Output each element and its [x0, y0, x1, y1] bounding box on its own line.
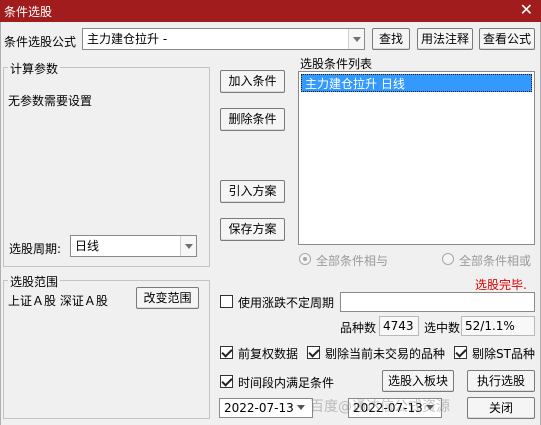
forward-adjust-checkbox[interactable]: [220, 346, 233, 359]
window-title: 条件选股: [4, 5, 53, 19]
forward-adjust-label: 前复权数据: [238, 347, 299, 361]
close-icon[interactable]: ✕: [520, 1, 533, 19]
variable-period-checkbox[interactable]: [220, 295, 233, 308]
date-from-picker[interactable]: 2022-07-13: [219, 398, 313, 418]
radio-and[interactable]: [299, 253, 311, 265]
radio-or-label: 全部条件相或: [459, 254, 532, 268]
params-legend: 计算参数: [8, 60, 61, 77]
formula-select-value: 主力建仓拉升 -: [87, 32, 168, 46]
add-to-block-button[interactable]: 选股入板块: [382, 370, 454, 392]
close-button[interactable]: 关闭: [467, 397, 535, 419]
view-formula-button[interactable]: 查看公式: [479, 28, 535, 50]
radio-or[interactable]: [442, 253, 454, 265]
change-scope-button[interactable]: 改变范围: [136, 287, 199, 309]
title-bar: 条件选股 ✕: [0, 0, 541, 22]
formula-label: 条件选股公式: [4, 35, 77, 49]
scope-value: 上证Ａ股 深证Ａ股: [8, 294, 108, 308]
exclude-untraded-label: 剔除当前未交易的品种: [325, 347, 446, 361]
formula-select[interactable]: 主力建仓拉升 -: [82, 28, 365, 50]
variable-period-label: 使用涨跌不定周期: [238, 296, 335, 310]
period-select[interactable]: 日线: [70, 235, 197, 257]
variable-period-input[interactable]: [340, 292, 535, 312]
radio-and-label: 全部条件相与: [316, 254, 389, 268]
list-item[interactable]: 主力建仓拉升 日线: [301, 74, 532, 92]
conditions-label: 选股条件列表: [300, 57, 373, 71]
status-text: 选股完毕.: [475, 278, 527, 292]
period-label: 选股周期:: [9, 242, 62, 256]
save-scheme-button[interactable]: 保存方案: [220, 218, 285, 241]
period-select-value: 日线: [75, 239, 100, 253]
chevron-down-icon[interactable]: [180, 236, 196, 256]
chevron-down-icon[interactable]: [348, 29, 364, 49]
exclude-st-checkbox[interactable]: [454, 346, 467, 359]
scope-legend: 选股范围: [8, 273, 61, 290]
add-condition-button[interactable]: 加入条件: [220, 70, 285, 93]
chevron-down-icon[interactable]: [297, 403, 307, 413]
exclude-untraded-checkbox[interactable]: [307, 346, 320, 359]
selected-value: 52/1.1%: [461, 316, 535, 336]
delete-condition-button[interactable]: 删除条件: [220, 108, 285, 131]
date-from-value: 2022-07-13: [224, 401, 294, 415]
execute-button[interactable]: 执行选股: [467, 370, 535, 392]
time-range-checkbox[interactable]: [220, 375, 233, 388]
count-value: 4743: [379, 316, 419, 336]
find-button[interactable]: 查找: [372, 28, 410, 50]
usage-notes-button[interactable]: 用法注释: [417, 28, 473, 50]
time-range-label: 时间段内满足条件: [238, 376, 335, 390]
exclude-st-label: 剔除ST品种: [472, 347, 535, 361]
selected-label: 选中数: [424, 321, 461, 335]
count-label: 品种数: [340, 321, 377, 335]
params-message: 无参数需要设置: [8, 94, 93, 108]
watermark: 百度@通达信公式资源: [310, 399, 450, 415]
conditions-list[interactable]: 主力建仓拉升 日线: [298, 71, 535, 245]
import-scheme-button[interactable]: 引入方案: [220, 180, 285, 203]
